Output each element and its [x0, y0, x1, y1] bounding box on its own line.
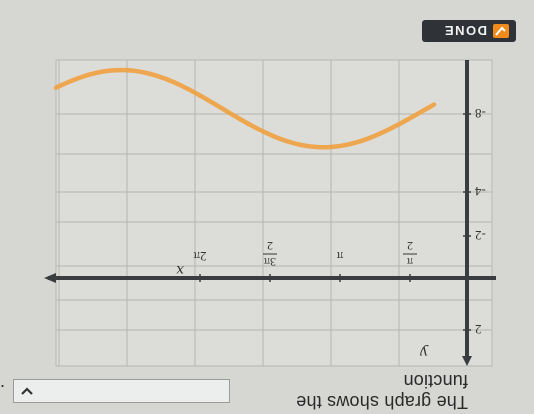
y-tick-label: -4	[475, 184, 486, 199]
x-axis-arrowhead	[44, 273, 56, 283]
chevron-down-icon	[21, 387, 33, 395]
prompt-period: .	[0, 381, 6, 402]
x-tick-label: 2π	[193, 249, 207, 264]
y-tick-label: -2	[475, 228, 486, 243]
y-tick-label: 2	[475, 322, 482, 337]
y-tick-label: -8	[475, 106, 486, 121]
prompt-text: The graph shows the function	[296, 371, 468, 412]
x-axis-label: x	[176, 262, 184, 278]
x-tick-label: π	[336, 249, 343, 264]
y-axis-label: y	[419, 344, 429, 360]
x-tick-label: 2	[407, 239, 413, 253]
graph-background	[55, 59, 493, 367]
graph-grid	[55, 59, 493, 367]
function-graph: xyπ2π3π22π2-2-4-8	[44, 59, 496, 367]
x-tick-label: π	[407, 255, 413, 269]
function-dropdown[interactable]	[13, 379, 231, 403]
x-tick-label: 3π	[264, 255, 276, 269]
x-tick-label: 2	[267, 239, 273, 253]
question-prompt: The graph shows the function .	[0, 370, 468, 412]
